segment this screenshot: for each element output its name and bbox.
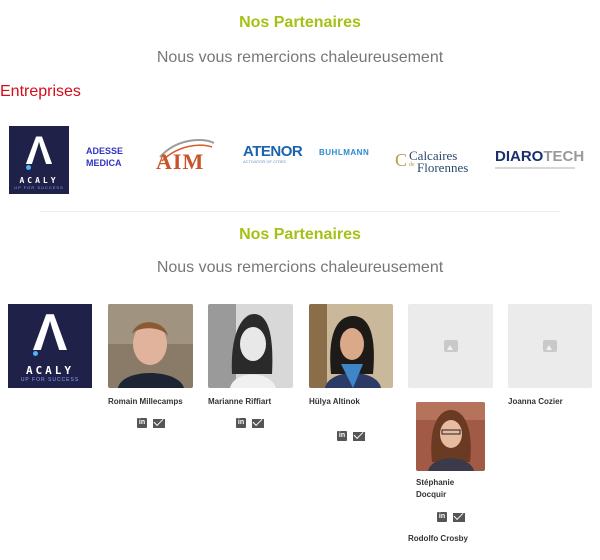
acaly-dot-icon [25,164,31,170]
mail-icon[interactable] [252,419,264,428]
acaly-card-dot-icon [32,351,38,356]
stephanie-social: in [437,512,465,522]
diarotech-tagline-line [495,167,575,169]
person-name: Stéphanie Docquir [416,478,455,499]
aim-wordmark: AIM [156,149,205,174]
mail-icon[interactable] [453,513,465,522]
placeholder-photo[interactable] [408,304,493,388]
acaly-card-tagline: UP FOR SUCCESS [20,377,80,383]
stephanie-portrait-icon [416,402,485,471]
joanna-photo[interactable] [508,304,592,388]
linkedin-icon[interactable]: in [236,418,246,428]
atenor-wordmark: ATENOR [243,143,303,160]
acaly-card-a-icon: Λ [32,304,68,362]
category-heading: Entreprises [0,83,81,100]
acaly-card-logo[interactable]: Λ ACALY UP FOR SUCCESS [8,304,92,388]
tech-wordmark: TECH [543,148,585,165]
partners-title: Nos Partenaires [239,14,361,31]
romain-photo[interactable] [108,304,193,388]
person-name: Marianne Riffiart [208,397,272,406]
image-placeholder-icon [543,340,557,352]
marianne-portrait-icon [208,304,293,388]
person-name: Joanna Cozier [508,397,563,406]
calcaires-florennes-logo[interactable]: C Calcaires de Florennes [395,148,481,176]
hulya-social: in [337,431,365,441]
acaly-logo[interactable]: Λ ACALY UP FOR SUCCESS [9,126,69,194]
marianne-photo[interactable] [208,304,293,388]
hulya-photo[interactable] [309,304,393,388]
florennes-line: Florennes [417,160,469,175]
marianne-social: in [236,418,264,428]
adesse-medica-logo[interactable]: ADESSE MEDICA [86,145,123,169]
person-name: Rodolfo Crosby [408,534,468,543]
adesse-line: ADESSE [86,146,124,156]
romain-portrait-icon [108,304,193,388]
partners-title-2: Nos Partenaires [239,226,361,243]
buhlmann-logo[interactable]: BUHLMANN [319,148,369,157]
acaly-card-wordmark: ACALY [25,364,75,377]
person-name: Romain Millecamps [108,397,183,406]
linkedin-icon[interactable]: in [337,431,347,441]
image-placeholder-icon [443,340,458,352]
calcaires-de: de [409,162,415,168]
linkedin-icon[interactable]: in [437,512,447,522]
partners-subtitle-2: Nous vous remercions chaleureusement [156,259,444,276]
linkedin-icon[interactable]: in [137,418,147,428]
romain-social: in [137,418,165,428]
medica-line: MEDICA [86,158,122,168]
partners-subtitle: Nous vous remercions chaleureusement [156,49,444,66]
section-divider [40,211,560,212]
mail-icon[interactable] [353,432,365,441]
aim-logo[interactable]: AIM [152,135,218,175]
mail-icon[interactable] [153,419,165,428]
atenor-logo[interactable]: ATENOR ACTIVATOR OF CITIES [243,143,303,164]
acaly-wordmark: ACALY [19,175,59,185]
calcaires-mark-icon: C [395,150,408,170]
hulya-portrait-icon [309,304,393,388]
acaly-tagline: UP FOR SUCCESS [14,184,64,190]
diarotech-logo[interactable]: DIAROTECH [495,148,595,169]
person-name: Hülya Altinok [309,397,360,406]
stephanie-photo[interactable] [416,402,485,471]
diaro-wordmark: DIARO [495,148,544,165]
